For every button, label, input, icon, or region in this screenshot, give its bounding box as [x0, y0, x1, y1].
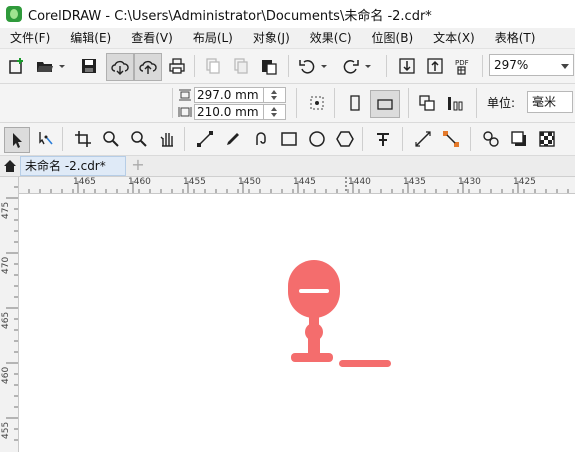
zoom-level-value: 297% [494, 58, 529, 72]
menu-bitmaps[interactable]: 位图(B) [362, 28, 424, 48]
title-bar: CorelDRAW - C:\Users\Administrator\Docum… [0, 0, 575, 28]
drawing-canvas[interactable] [19, 194, 575, 452]
h-tick-1435: 1435 [403, 177, 426, 187]
menu-text[interactable]: 文本(X) [423, 28, 485, 48]
h-tick-1465: 1465 [73, 177, 96, 187]
menu-table[interactable]: 表格(T) [485, 28, 546, 48]
redo-dropdown-icon[interactable] [362, 55, 374, 77]
svg-text:PDF: PDF [455, 59, 469, 67]
portrait-icon[interactable] [344, 92, 366, 114]
horizontal-ruler[interactable]: 1465 1460 1455 1450 1445 1440 1435 1430 … [18, 177, 575, 194]
export-pdf-icon[interactable]: PDF [452, 55, 474, 77]
import-icon[interactable] [396, 55, 418, 77]
undo-dropdown-icon[interactable] [318, 55, 330, 77]
ellipse-icon[interactable] [306, 128, 328, 150]
polygon-icon[interactable] [334, 128, 356, 150]
print-icon[interactable] [166, 55, 188, 77]
unit-label: 单位: [487, 96, 516, 110]
shadow-icon[interactable] [508, 128, 530, 150]
h-tick-1445: 1445 [293, 177, 316, 187]
add-tab-icon[interactable]: + [128, 156, 148, 176]
text-tool-icon[interactable] [372, 128, 394, 150]
h-tick-1425: 1425 [513, 177, 536, 187]
menu-view[interactable]: 查看(V) [121, 28, 183, 48]
landscape-icon[interactable] [370, 90, 400, 118]
all-pages-icon[interactable] [416, 92, 438, 114]
page-height-value: 210.0 mm [197, 105, 259, 119]
open-dropdown-icon[interactable] [56, 55, 68, 77]
v-tick-465: 465 [1, 311, 11, 329]
new-document-icon[interactable] [6, 55, 28, 77]
page-width-icon [178, 89, 192, 101]
save-icon[interactable] [78, 55, 100, 77]
dimension-icon[interactable] [412, 128, 434, 150]
h-tick-1430: 1430 [458, 177, 481, 187]
page-width-spinner[interactable] [264, 87, 286, 103]
v-tick-460: 460 [1, 366, 11, 384]
copy-icon[interactable] [230, 55, 252, 77]
h-tick-1455: 1455 [183, 177, 206, 187]
zoom-level-field[interactable]: 297% [489, 54, 557, 76]
page-height-spinner[interactable] [264, 104, 286, 120]
redo-icon[interactable] [340, 55, 362, 77]
freehand-pick-icon[interactable] [34, 128, 56, 150]
h-tick-1450: 1450 [238, 177, 261, 187]
open-icon[interactable] [34, 55, 56, 77]
export-icon[interactable] [424, 55, 446, 77]
goblet-base-shape[interactable] [291, 353, 333, 362]
v-tick-470: 470 [1, 256, 11, 274]
underline-bar-shape[interactable] [339, 360, 391, 367]
connector-icon[interactable] [440, 128, 462, 150]
shape-interactive-icon[interactable] [480, 128, 502, 150]
spiral-icon[interactable] [250, 128, 272, 150]
page-layout-icon[interactable] [306, 92, 328, 114]
transparency-icon[interactable] [536, 128, 558, 150]
drawing-artwork[interactable] [19, 194, 575, 452]
v-tick-455: 455 [1, 421, 11, 439]
window-title: CorelDRAW - C:\Users\Administrator\Docum… [28, 8, 432, 24]
zoom-out-icon[interactable] [128, 128, 150, 150]
zoom-dropdown-button[interactable] [556, 54, 574, 76]
crop-icon[interactable] [72, 128, 94, 150]
v-tick-475: 475 [1, 201, 11, 219]
home-icon[interactable] [0, 156, 20, 176]
page-height-icon [178, 106, 192, 118]
pen-icon[interactable] [222, 128, 244, 150]
cut-icon[interactable] [202, 55, 224, 77]
upload-cloud-icon[interactable] [134, 53, 162, 81]
h-tick-1460: 1460 [128, 177, 151, 187]
tab-document[interactable]: 未命名 -2.cdr* [20, 156, 126, 176]
document-tab-bar: 未命名 -2.cdr* + [0, 156, 575, 177]
page-width-value: 297.0 mm [197, 88, 259, 102]
h-tick-1440: 1440 [348, 177, 371, 187]
page-height-field[interactable]: 210.0 mm [194, 104, 264, 120]
menu-object[interactable]: 对象(J) [243, 28, 300, 48]
line-icon[interactable] [194, 128, 216, 150]
menu-edit[interactable]: 编辑(E) [60, 28, 121, 48]
undo-icon[interactable] [296, 55, 318, 77]
goblet-highlight-shape [299, 289, 329, 293]
toolbox [0, 123, 575, 156]
menu-file[interactable]: 文件(F) [0, 28, 60, 48]
unit-select[interactable]: 毫米 [527, 91, 573, 113]
current-page-icon[interactable] [444, 92, 466, 114]
tab-document-label: 未命名 -2.cdr* [25, 159, 106, 173]
paste-icon[interactable] [258, 55, 280, 77]
vertical-ruler[interactable]: 475 470 465 460 455 [0, 177, 19, 452]
pick-tool-icon[interactable] [4, 127, 30, 153]
menu-bar: 文件(F) 编辑(E) 查看(V) 布局(L) 对象(J) 效果(C) 位图(B… [0, 28, 575, 49]
menu-effects[interactable]: 效果(C) [300, 28, 362, 48]
download-cloud-icon[interactable] [106, 53, 134, 81]
menu-layout[interactable]: 布局(L) [183, 28, 243, 48]
page-width-field[interactable]: 297.0 mm [194, 87, 264, 103]
zoom-icon[interactable] [100, 128, 122, 150]
pan-hand-icon[interactable] [156, 128, 178, 150]
coreldraw-logo-icon [6, 6, 22, 22]
unit-value: 毫米 [532, 95, 557, 109]
rectangle-icon[interactable] [278, 128, 300, 150]
